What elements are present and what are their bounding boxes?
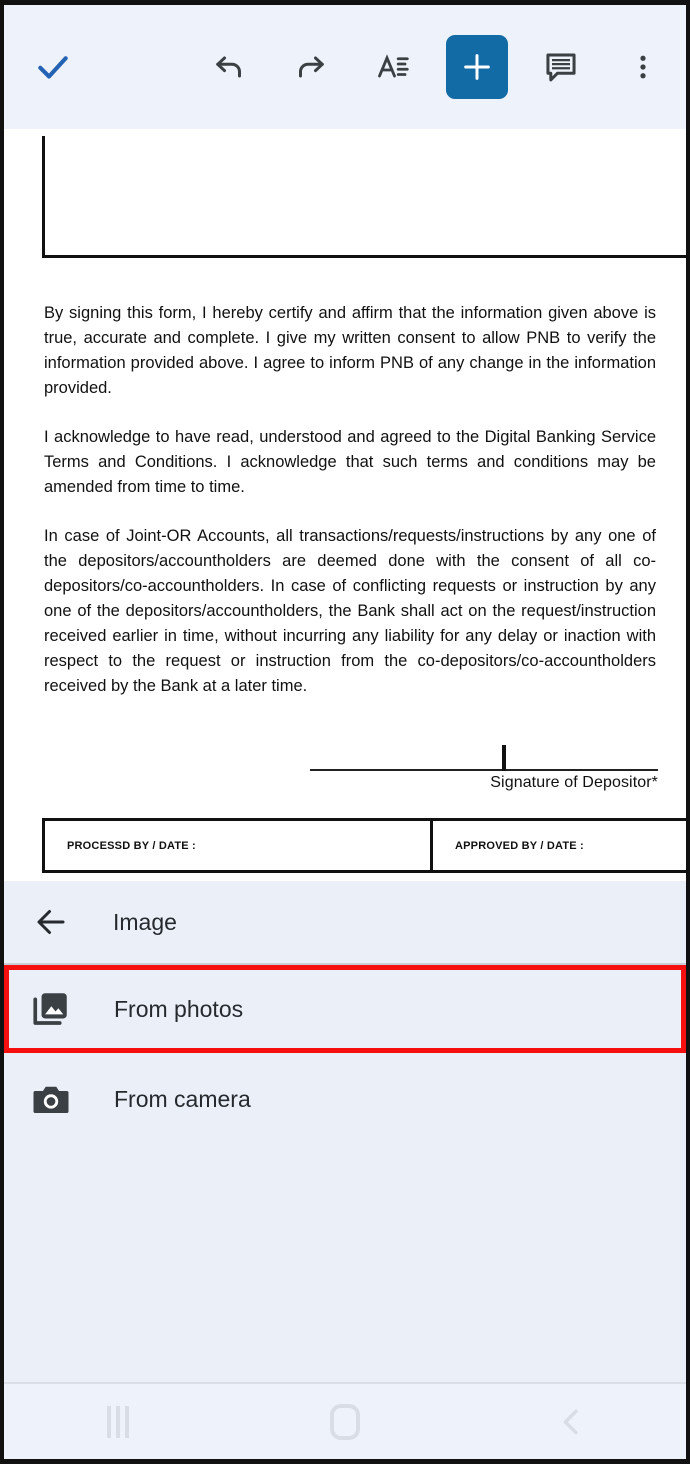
signature-block: Signature of Depositor* [310, 745, 658, 792]
terms-paragraph: I acknowledge to have read, understood a… [44, 428, 656, 496]
redo-button[interactable] [282, 38, 340, 96]
nav-recents-button[interactable] [4, 1384, 231, 1459]
approved-by-cell: APPROVED BY / DATE : [455, 839, 584, 852]
insert-button[interactable] [446, 35, 508, 99]
document-body: By signing this form, I hereby certify a… [44, 301, 656, 699]
text-format-button[interactable] [364, 38, 422, 96]
document-canvas[interactable]: By signing this form, I hereby certify a… [4, 129, 686, 881]
sheet-item-label-from-camera: From camera [114, 1085, 251, 1112]
processed-by-cell: PROCESSD BY / DATE : [45, 821, 433, 870]
signature-line [310, 769, 658, 771]
sheet-item-label-from-photos: From photos [114, 995, 244, 1022]
camera-icon-wrap [28, 1076, 74, 1122]
phone-screen: By signing this form, I hereby certify a… [0, 0, 690, 1464]
comment-button[interactable] [532, 38, 590, 96]
processing-table: PROCESSD BY / DATE : APPROVED BY / DATE … [42, 818, 686, 873]
comment-icon [546, 53, 576, 82]
joint-account-paragraph: In case of Joint-OR Accounts, all transa… [44, 527, 656, 695]
redo-icon [299, 56, 324, 78]
sheet-back-button[interactable] [26, 897, 76, 947]
sheet-header: Image [4, 881, 686, 963]
sheet-item-from-camera[interactable]: From camera [4, 1053, 686, 1145]
nav-back-button[interactable] [459, 1384, 686, 1459]
done-check-button[interactable] [24, 38, 82, 96]
camera-icon [33, 1086, 69, 1113]
home-icon [329, 1403, 360, 1440]
more-options-icon [640, 55, 646, 79]
more-options-button[interactable] [614, 38, 672, 96]
system-navigation-bar [4, 1382, 686, 1459]
sheet-title: Image [113, 908, 177, 935]
text-format-icon [378, 54, 409, 78]
consent-paragraph: By signing this form, I hereby certify a… [44, 304, 656, 397]
undo-icon [216, 56, 241, 78]
photos-icon [33, 993, 67, 1025]
photos-icon-wrap [28, 986, 74, 1032]
plus-icon [464, 54, 490, 80]
undo-button[interactable] [200, 38, 258, 96]
text-cursor [502, 745, 506, 771]
signature-label: Signature of Depositor* [490, 774, 658, 791]
sheet-item-from-photos[interactable]: From photos [4, 965, 686, 1053]
back-icon [563, 1409, 579, 1434]
recents-icon [106, 1405, 129, 1438]
editor-toolbar [4, 5, 686, 129]
image-insert-sheet: Image From photos From camera [4, 881, 686, 1382]
check-icon [38, 56, 68, 79]
empty-form-box [42, 136, 686, 258]
back-arrow-icon [37, 910, 65, 934]
nav-home-button[interactable] [231, 1384, 458, 1459]
